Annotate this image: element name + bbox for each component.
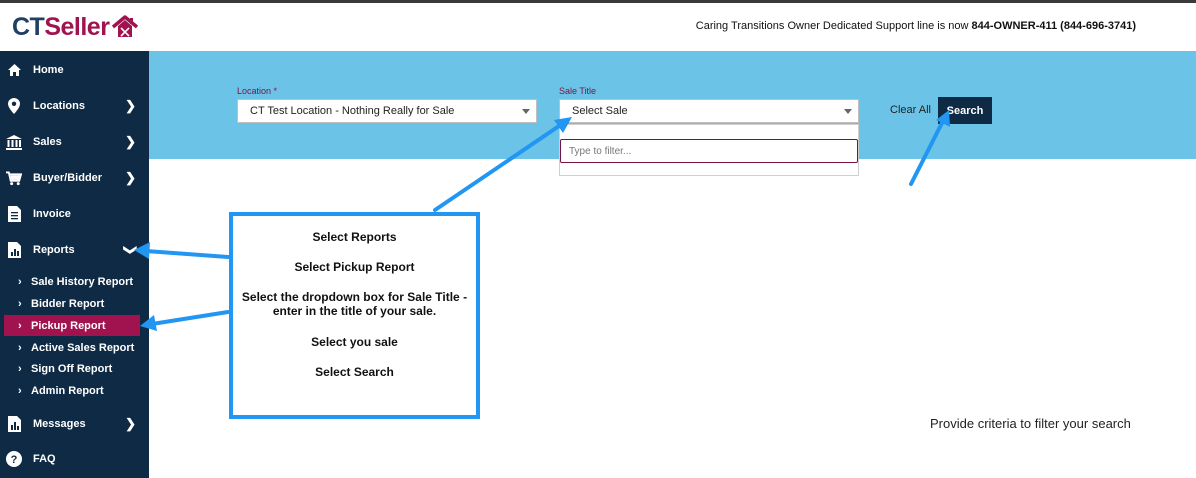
sidebar-item-label: Buyer/Bidder <box>33 172 103 184</box>
sidebar-subitem-sale-history-report[interactable]: › Sale History Report <box>4 271 140 292</box>
sidebar-item-label: Invoice <box>33 208 71 220</box>
chevron-right-icon: › <box>18 362 22 375</box>
instruction-step-5: Select Search <box>315 365 394 379</box>
sidebar-item-label: Messages <box>33 418 86 430</box>
question-icon: ? <box>6 451 22 467</box>
sidebar-item-label: Reports <box>33 244 75 256</box>
chevron-right-icon: ❯ <box>125 98 136 113</box>
report-icon <box>6 242 22 258</box>
sidebar-subitem-label: Sign Off Report <box>31 362 113 375</box>
chevron-right-icon: ❯ <box>125 170 136 185</box>
sidebar-item-faq[interactable]: ? FAQ <box>0 441 149 477</box>
empty-state-hint: Provide criteria to filter your search <box>930 416 1131 431</box>
sidebar-item-label: Home <box>33 64 64 76</box>
instruction-step-3b: enter in the title of your sale. <box>272 304 437 318</box>
sidebar-subitem-bidder-report[interactable]: › Bidder Report <box>4 293 140 314</box>
instruction-step-2: Select Pickup Report <box>294 260 415 274</box>
sale-title-select-value: Select Sale <box>572 105 628 117</box>
sale-title-select[interactable]: Select Sale <box>559 99 859 123</box>
cart-icon <box>6 170 22 186</box>
header: CTSeller Caring Transitions Owner Dedica… <box>0 3 1196 51</box>
sidebar-item-locations[interactable]: Locations ❯ <box>0 88 149 124</box>
house-logo-icon <box>112 15 139 37</box>
chevron-down-icon: ❯ <box>123 244 139 256</box>
arrow-to-reports <box>144 249 230 259</box>
sidebar-subitem-pickup-report[interactable]: › Pickup Report <box>4 315 140 336</box>
arrow-to-pickup-report <box>150 310 230 326</box>
logo-text: CTSeller <box>12 12 110 42</box>
sidebar-item-label: Sales <box>33 136 62 148</box>
map-pin-icon <box>6 98 22 114</box>
chevron-right-icon: › <box>18 384 22 397</box>
chevron-right-icon: › <box>18 319 22 332</box>
instruction-step-4: Select you sale <box>311 335 398 349</box>
logo-ct: CT <box>12 12 45 41</box>
chevron-right-icon: › <box>18 341 22 354</box>
instruction-step-3a: Select the dropdown box for Sale Title - <box>241 290 468 304</box>
logo-seller: Seller <box>44 12 110 41</box>
caret-down-icon <box>522 109 530 114</box>
sidebar-subitem-label: Bidder Report <box>31 297 105 310</box>
sidebar-subitem-label: Sale History Report <box>31 275 134 288</box>
location-select-value: CT Test Location - Nothing Really for Sa… <box>250 105 455 117</box>
sidebar-subitem-label: Admin Report <box>31 384 104 397</box>
sidebar-item-sales[interactable]: Sales ❯ <box>0 124 149 160</box>
support-number: 844-OWNER-411 (844-696-3741) <box>971 20 1136 32</box>
sidebar-subitem-sign-off-report[interactable]: › Sign Off Report <box>4 358 140 379</box>
search-button[interactable]: Search <box>938 97 992 124</box>
location-label: Location * <box>237 86 278 96</box>
sidebar-item-buyer-bidder[interactable]: Buyer/Bidder ❯ <box>0 160 149 196</box>
sidebar-subitem-active-sales-report[interactable]: › Active Sales Report <box>4 337 140 358</box>
instruction-step-1: Select Reports <box>312 230 397 244</box>
sale-filter-input[interactable] <box>560 139 858 163</box>
svg-text:?: ? <box>11 454 18 466</box>
location-select[interactable]: CT Test Location - Nothing Really for Sa… <box>237 99 537 123</box>
sidebar-item-invoice[interactable]: Invoice <box>0 196 149 232</box>
sidebar-item-home[interactable]: Home <box>0 52 149 88</box>
bank-icon <box>6 134 22 150</box>
home-icon <box>6 62 22 78</box>
sidebar: Home Locations ❯ Sales ❯ Buyer/Bidder ❯ … <box>0 51 149 478</box>
instruction-callout: Select Reports Select Pickup Report Sele… <box>229 212 480 419</box>
sidebar-item-label: Locations <box>33 100 85 112</box>
sale-title-label: Sale Title <box>559 86 597 96</box>
sidebar-subitem-label: Active Sales Report <box>31 341 135 354</box>
chevron-right-icon: ❯ <box>125 416 136 431</box>
sidebar-subitem-label: Pickup Report <box>31 319 106 332</box>
logo[interactable]: CTSeller <box>12 11 139 43</box>
caret-down-icon <box>844 109 852 114</box>
sidebar-item-reports[interactable]: Reports ❯ <box>0 232 149 268</box>
support-line: Caring Transitions Owner Dedicated Suppo… <box>696 20 1136 32</box>
clear-all-link[interactable]: Clear All <box>890 104 931 116</box>
chart-icon <box>6 416 22 432</box>
sidebar-item-label: FAQ <box>33 453 56 465</box>
sidebar-item-messages[interactable]: Messages ❯ <box>0 406 149 442</box>
chevron-right-icon: › <box>18 275 22 288</box>
document-icon <box>6 206 22 222</box>
chevron-right-icon: › <box>18 297 22 310</box>
support-text: Caring Transitions Owner Dedicated Suppo… <box>695 20 972 32</box>
chevron-right-icon: ❯ <box>125 134 136 149</box>
sidebar-subitem-admin-report[interactable]: › Admin Report <box>4 380 140 401</box>
